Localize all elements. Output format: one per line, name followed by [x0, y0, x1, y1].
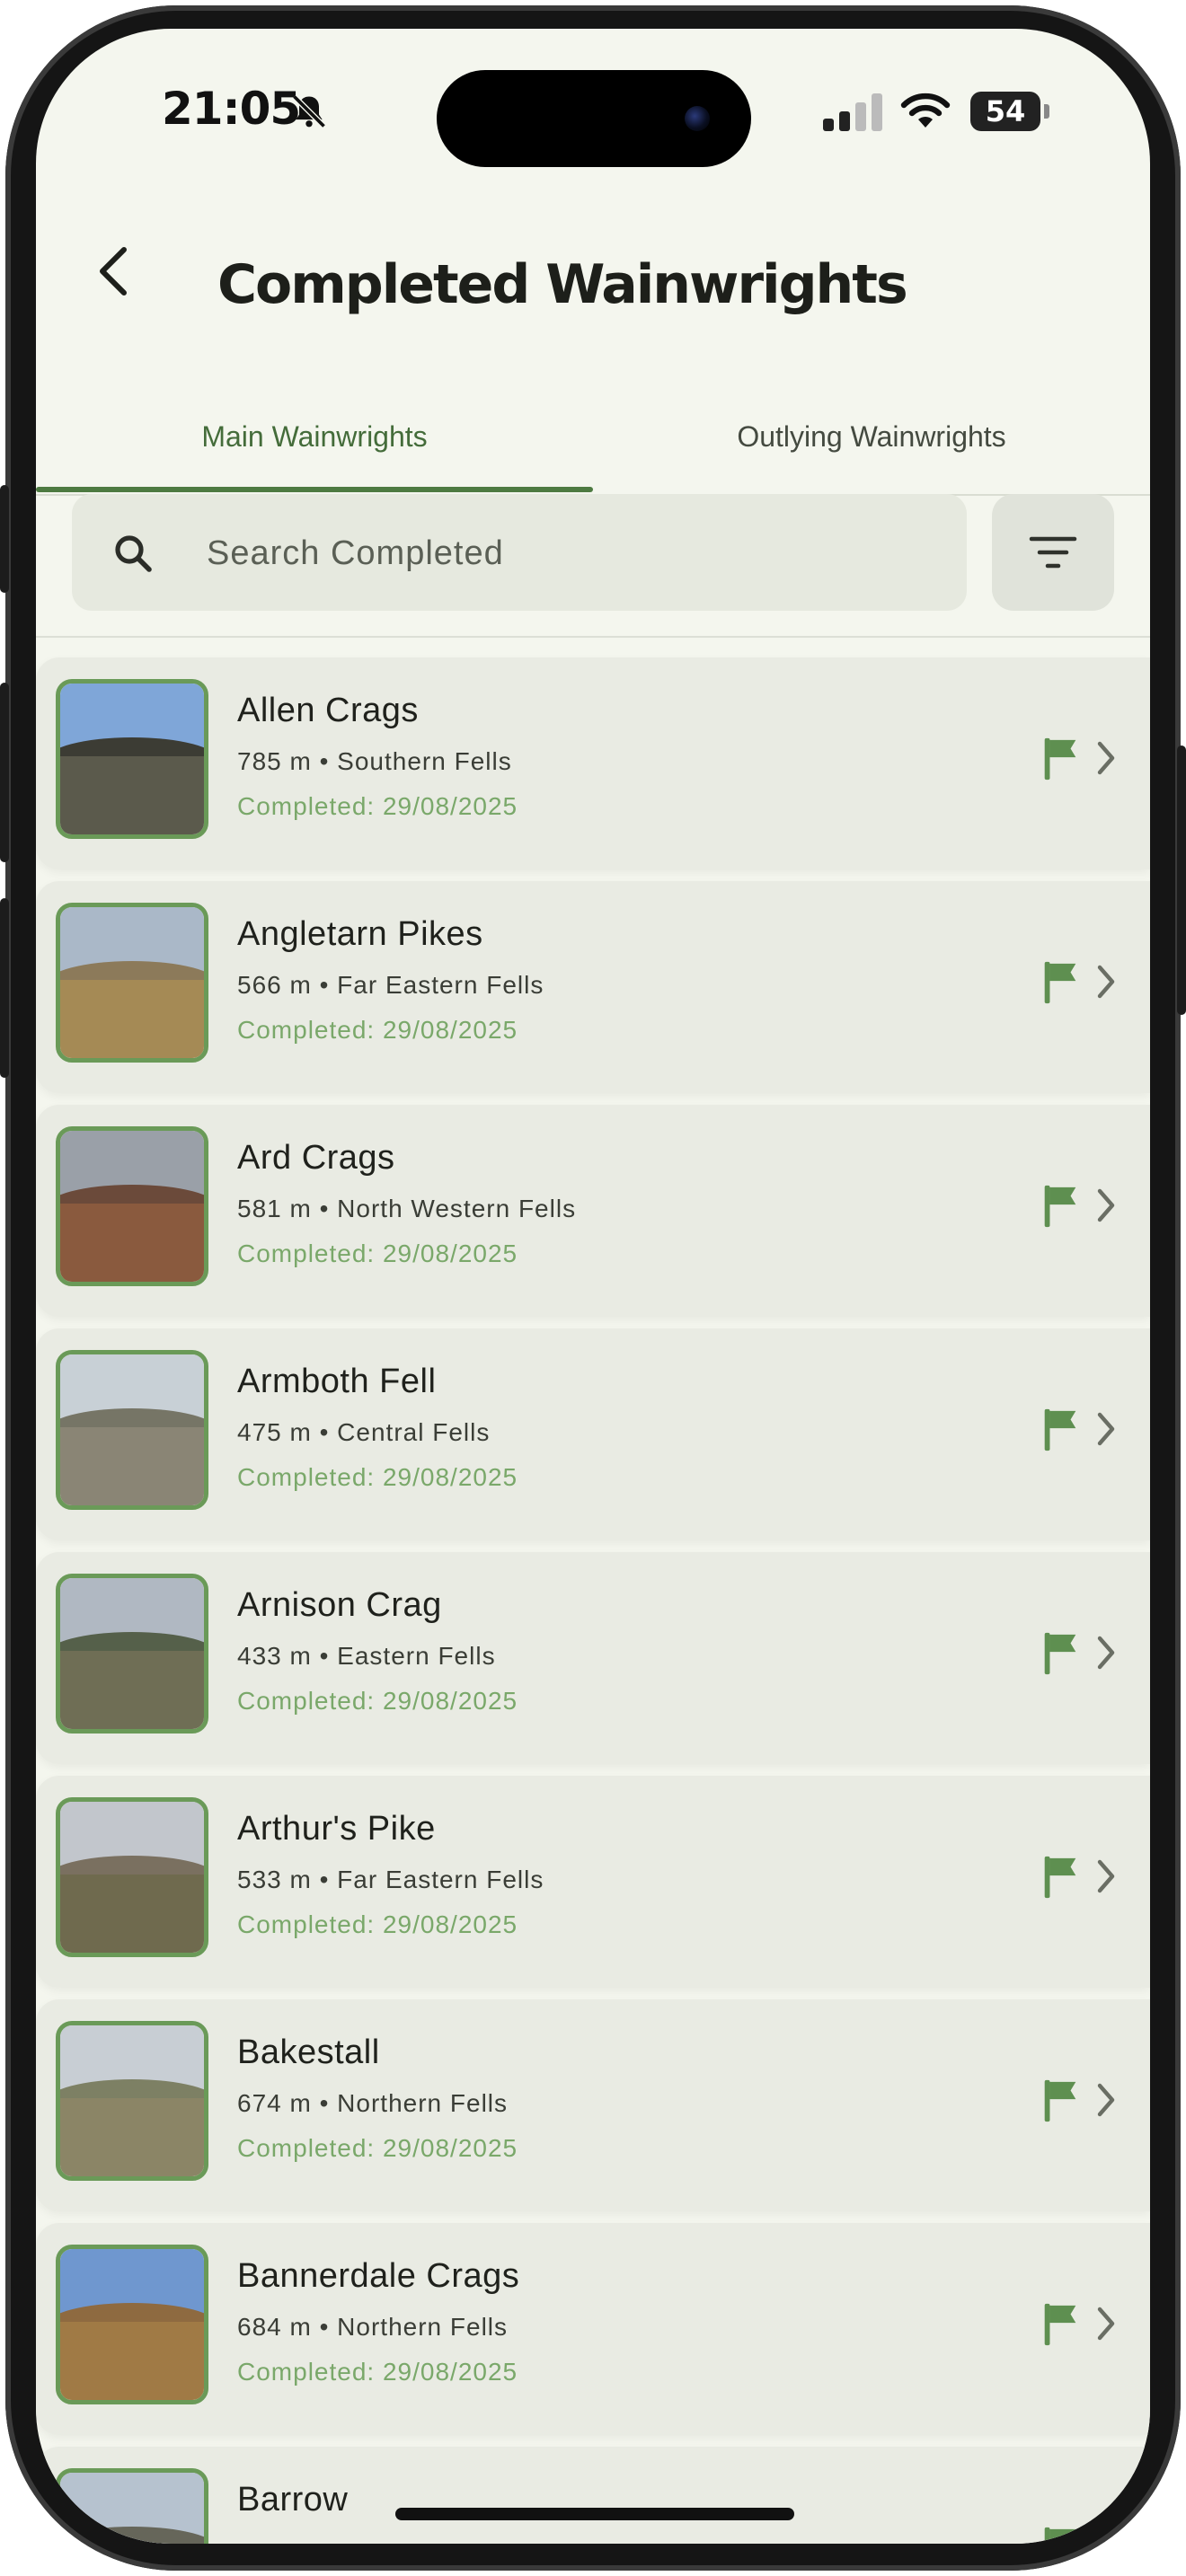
fell-name: Barrow [237, 2481, 349, 2519]
dynamic-island [437, 70, 751, 167]
filter-button[interactable] [992, 494, 1114, 611]
flag-icon [1044, 1856, 1076, 1899]
tab-outlying-wainwrights[interactable]: Outlying Wainwrights [593, 379, 1150, 494]
fell-name: Bakestall [237, 2033, 380, 2071]
fell-name: Bannerdale Crags [237, 2257, 520, 2295]
divider [36, 636, 1150, 638]
chevron-right-icon [1097, 2530, 1112, 2544]
fell-list-item[interactable]: Allen Crags 785 m • Southern Fells Complet… [36, 657, 1150, 869]
battery-tip [1044, 104, 1049, 119]
fell-height-region: 581 m • North Western Fells [237, 1195, 577, 1222]
fell-name: Angletarn Pikes [237, 915, 483, 953]
fell-completed-date: Completed: 29/08/2025 [237, 1910, 518, 1938]
tab-bar: Main Wainwrights Outlying Wainwrights [36, 379, 1150, 496]
volume-up-button [0, 683, 9, 862]
fell-thumbnail [56, 1574, 208, 1734]
thumbnail-ground [60, 1203, 204, 1282]
fell-name: Ard Crags [237, 1139, 395, 1177]
search-bar [72, 494, 967, 613]
fell-list-item[interactable]: Angletarn Pikes 566 m • Far Eastern Fells… [36, 881, 1150, 1093]
fell-list-item[interactable]: Armboth Fell 475 m • Central Fells Complet… [36, 1328, 1150, 1540]
battery-indicator: 54 [970, 92, 1040, 131]
fell-list-item[interactable]: Barrow [36, 2447, 1150, 2544]
fell-thumbnail [56, 2021, 208, 2181]
fell-completed-date: Completed: 29/08/2025 [237, 1463, 518, 1491]
chevron-right-icon [1097, 965, 1115, 999]
fell-height-region: 684 m • Northern Fells [237, 2313, 509, 2341]
fell-completed-date: Completed: 29/08/2025 [237, 2358, 518, 2386]
wifi-icon [900, 93, 951, 128]
flag-icon [1044, 1632, 1076, 1675]
bell-muted-icon [292, 94, 326, 128]
chevron-right-icon [1097, 1412, 1115, 1446]
thumbnail-ground [60, 2097, 204, 2176]
fell-thumbnail [56, 2468, 208, 2544]
fell-list-item[interactable]: Bakestall 674 m • Northern Fells Completed… [36, 1999, 1150, 2211]
back-button[interactable] [83, 235, 146, 307]
fell-height-region: 785 m • Southern Fells [237, 747, 512, 775]
thumbnail-ground [60, 1426, 204, 1505]
status-time: 21:05 [162, 83, 301, 135]
active-tab-indicator [36, 487, 593, 492]
fell-thumbnail [56, 903, 208, 1063]
flag-icon [1044, 737, 1076, 781]
fell-thumbnail [56, 1350, 208, 1510]
thumbnail-ground [60, 755, 204, 834]
app-screen: 21:05 54 Completed Wainwrights Main Wain… [36, 29, 1150, 2544]
fell-height-region: 533 m • Far Eastern Fells [237, 1866, 544, 1893]
fell-thumbnail [56, 679, 208, 839]
flag-icon [1044, 2527, 1076, 2544]
fell-completed-date: Completed: 29/08/2025 [237, 1239, 518, 1267]
fell-name: Arnison Crag [237, 1586, 442, 1624]
fell-completed-date: Completed: 29/08/2025 [237, 1687, 518, 1715]
fell-completed-date: Completed: 29/08/2025 [237, 792, 518, 820]
fell-name: Arthur's Pike [237, 1810, 436, 1848]
action-button [0, 485, 9, 593]
chevron-right-icon [1097, 1188, 1115, 1222]
cellular-signal-icon [823, 93, 882, 131]
chevron-right-icon [1097, 2307, 1115, 2341]
fell-height-region: 475 m • Central Fells [237, 1418, 491, 1446]
fell-height-region: 433 m • Eastern Fells [237, 1642, 496, 1670]
fell-list-item[interactable]: Ard Crags 581 m • North Western Fells Comp… [36, 1105, 1150, 1317]
flag-icon [1044, 1408, 1076, 1451]
flag-icon [1044, 2079, 1076, 2122]
chevron-right-icon [1097, 1636, 1115, 1670]
fell-height-region: 566 m • Far Eastern Fells [237, 971, 544, 999]
fell-completed-date: Completed: 29/08/2025 [237, 1016, 518, 1044]
thumbnail-ground [60, 1874, 204, 1953]
chevron-right-icon [1097, 2083, 1115, 2117]
fell-height-region: 674 m • Northern Fells [237, 2089, 509, 2117]
fell-list-item[interactable]: Bannerdale Crags 684 m • Northern Fells Co… [36, 2223, 1150, 2435]
thumbnail-ground [60, 2321, 204, 2400]
volume-down-button [0, 898, 9, 1078]
fell-list-item[interactable]: Arnison Crag 433 m • Eastern Fells Complet… [36, 1552, 1150, 1764]
chevron-right-icon [1097, 741, 1115, 775]
flag-icon [1044, 961, 1076, 1004]
flag-icon [1044, 1185, 1076, 1228]
fell-thumbnail [56, 2245, 208, 2404]
flag-icon [1044, 2303, 1076, 2346]
home-indicator[interactable] [395, 2508, 794, 2520]
thumbnail-ground [60, 1650, 204, 1729]
camera-icon [685, 106, 710, 131]
fell-thumbnail [56, 1797, 208, 1957]
page-title: Completed Wainwrights [217, 253, 908, 316]
fell-name: Armboth Fell [237, 1363, 437, 1400]
search-icon [115, 535, 152, 572]
fell-completed-date: Completed: 29/08/2025 [237, 2134, 518, 2162]
fell-name: Allen Crags [237, 692, 419, 729]
filter-icon [1029, 536, 1077, 569]
fell-list-item[interactable]: Arthur's Pike 533 m • Far Eastern Fells Co… [36, 1776, 1150, 1988]
power-button [1177, 745, 1186, 1015]
thumbnail-ground [60, 979, 204, 1058]
chevron-right-icon [1097, 1859, 1115, 1893]
tab-main-wainwrights[interactable]: Main Wainwrights [36, 379, 593, 494]
search-input[interactable] [205, 494, 945, 613]
fell-thumbnail [56, 1126, 208, 1286]
